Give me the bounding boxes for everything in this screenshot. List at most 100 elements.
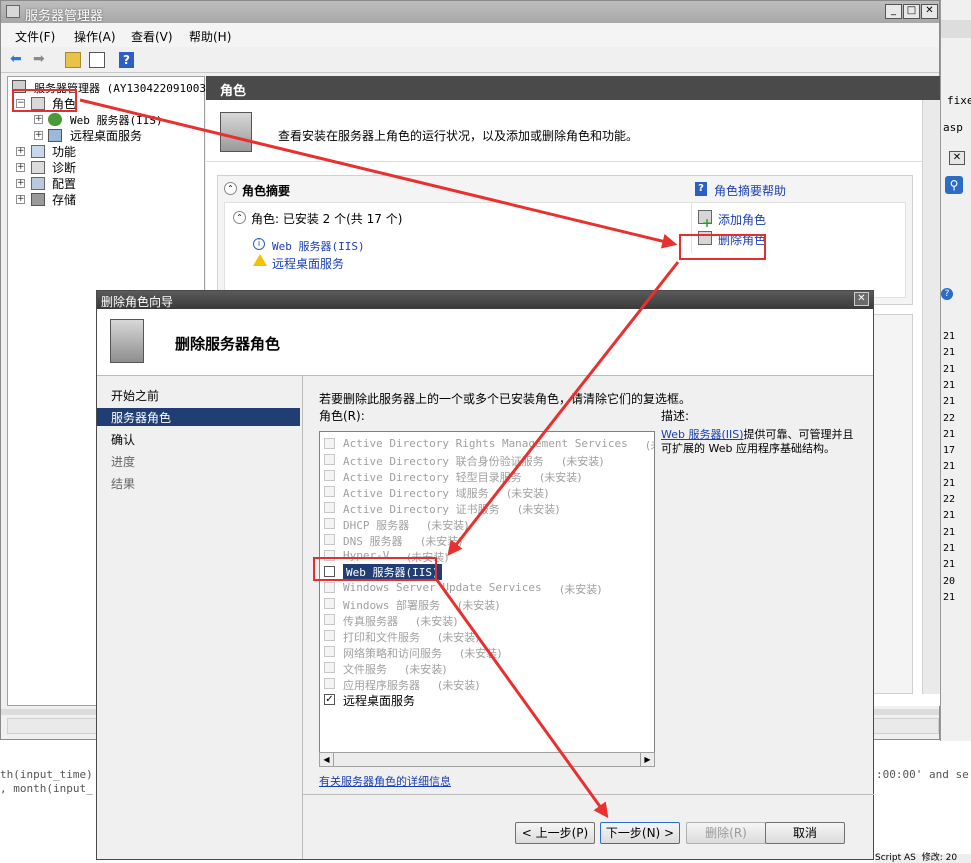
expand-icon[interactable]: + — [34, 131, 43, 140]
highlight-remove-role — [679, 234, 766, 260]
role-status: (未安装) — [438, 631, 480, 644]
wizard-steps: 开始之前 服务器角色 确认 进度 结果 — [97, 376, 302, 859]
role-status: (未安装) — [540, 471, 582, 484]
remove-roles-wizard: 删除角色向导 ✕ 删除服务器角色 开始之前 服务器角色 确认 进度 结果 若要删… — [96, 290, 874, 860]
up-folder-icon[interactable] — [65, 52, 81, 68]
bg-number: 17 — [943, 445, 956, 457]
intro-text: 查看安装在服务器上角色的运行状况，以及添加或删除角色和功能。 — [278, 129, 639, 143]
menu-bar: 文件(F) 操作(A) 查看(V) 帮助(H) — [1, 23, 939, 47]
role-label: Active Directory 证书服务 — [343, 503, 500, 516]
role-status: (未安装) — [507, 487, 549, 500]
help-icon[interactable]: ? — [941, 288, 953, 300]
menu-action[interactable]: 操作(A) — [74, 28, 116, 45]
warning-icon — [253, 254, 267, 266]
add-icon: + — [702, 216, 713, 230]
role-label: Windows 部署服务 — [343, 599, 440, 612]
role-status: (未安装) — [438, 679, 480, 692]
roles-count: 角色: 已安装 2 个(共 17 个) — [251, 212, 403, 226]
installed-role-rds[interactable]: 远程桌面服务 — [272, 255, 344, 272]
bg-text-asp: asp — [943, 121, 963, 134]
role-status: (未安装) — [416, 615, 458, 628]
highlight-roles — [12, 89, 77, 112]
minimize-button[interactable]: _ — [885, 4, 902, 19]
expand-icon[interactable]: + — [34, 115, 43, 124]
window-title: 服务器管理器 — [25, 9, 104, 24]
installed-role-web[interactable]: Web 服务器(IIS) — [272, 238, 365, 254]
menu-help[interactable]: 帮助(H) — [189, 28, 231, 45]
menu-view[interactable]: 查看(V) — [131, 28, 173, 45]
bg-code-line-2: , month(input_ — [0, 782, 93, 795]
close-button[interactable]: ✕ — [854, 292, 869, 306]
bg-number: 21 — [943, 559, 956, 571]
remote-desktop-icon — [48, 129, 62, 142]
bg-code-line-3: :00:00' and se — [876, 768, 969, 781]
roles-large-icon — [220, 112, 252, 152]
close-button[interactable]: ✕ — [921, 4, 938, 19]
forward-arrow-icon[interactable]: ➡ — [33, 52, 49, 66]
role-summary-help-link[interactable]: 角色摘要帮助 — [714, 182, 786, 199]
step-before-you-begin[interactable]: 开始之前 — [97, 386, 300, 404]
role-checkbox[interactable]: ✓ — [324, 694, 335, 705]
more-info-link[interactable]: 有关服务器角色的详细信息 — [319, 773, 451, 789]
step-confirm[interactable]: 确认 — [97, 430, 300, 448]
step-results: 结果 — [111, 477, 136, 491]
expand-icon[interactable]: + — [16, 179, 25, 188]
storage-icon — [31, 193, 45, 206]
role-checkbox — [324, 534, 335, 545]
bg-number: 21 — [943, 347, 956, 359]
bg-number: 21 — [943, 510, 956, 522]
menu-file[interactable]: 文件(F) — [15, 28, 55, 45]
pane-header: 角色 — [206, 76, 940, 100]
dialog-heading: 删除服务器角色 — [175, 335, 281, 353]
expand-icon[interactable]: + — [16, 195, 25, 204]
step-server-roles[interactable]: 服务器角色 — [97, 408, 300, 426]
pane-intro: 查看安装在服务器上角色的运行状况，以及添加或删除角色和功能。 — [206, 100, 940, 162]
role-status: (未安装) — [405, 663, 447, 676]
server-manager-app-icon — [6, 5, 20, 18]
help-icon[interactable]: ? — [119, 52, 134, 68]
scroll-left-icon[interactable]: ◀ — [319, 752, 334, 767]
cancel-button[interactable]: 取消 — [765, 822, 845, 844]
pane-scrollbar[interactable] — [922, 100, 940, 694]
role-checkbox — [324, 630, 335, 641]
role-label: 传真服务器 — [343, 615, 398, 628]
title-bar: 服务器管理器 _ □ ✕ — [1, 1, 939, 24]
role-status: (未安装) — [421, 535, 463, 548]
role-checkbox — [324, 662, 335, 673]
back-arrow-icon[interactable]: ⬅ — [10, 52, 26, 66]
role-checkbox — [324, 678, 335, 689]
roles-list-hscrollbar[interactable] — [334, 752, 640, 767]
bg-number: 21 — [943, 477, 956, 489]
bg-number: 21 — [943, 396, 956, 408]
scroll-right-icon[interactable]: ▶ — [640, 752, 655, 767]
button-separator — [303, 794, 874, 795]
description-label: 描述: — [661, 409, 690, 423]
role-status: (未安装) — [460, 647, 502, 660]
show-hide-tree-icon[interactable] — [89, 52, 105, 68]
dialog-title: 删除角色向导 — [101, 295, 174, 309]
background-window-strip: fixed asp ✕ ⚲ ? 21 21 21 21 21 22 21 17 21 21 22 21… — [940, 0, 971, 862]
expand-icon[interactable]: + — [16, 147, 25, 156]
expand-icon[interactable]: + — [16, 163, 25, 172]
close-icon[interactable]: ✕ — [949, 151, 965, 165]
collapse-icon[interactable]: ⌃ — [233, 211, 246, 224]
role-status: (未安装) — [562, 455, 604, 468]
role-label: Active Directory 域服务 — [343, 487, 489, 500]
step-progress: 进度 — [111, 455, 136, 469]
description-link[interactable]: Web 服务器(IIS) — [661, 428, 744, 441]
next-button[interactable]: 下一步(N) > — [600, 822, 680, 844]
role-label: 应用程序服务器 — [343, 679, 420, 692]
search-icon[interactable]: ⚲ — [945, 176, 963, 194]
dialog-header: 删除服务器角色 — [97, 309, 873, 376]
instruction-text: 若要删除此服务器上的一个或多个已安装角色，请清除它们的复选框。 — [319, 392, 692, 406]
bg-number: 21 — [943, 461, 956, 473]
add-role-link[interactable]: 添加角色 — [718, 211, 766, 228]
remove-button[interactable]: 删除(R) — [686, 822, 766, 844]
web-server-icon — [48, 113, 62, 126]
bg-number: 21 — [943, 428, 956, 440]
previous-button[interactable]: < 上一步(P) — [515, 822, 595, 844]
bg-number: 21 — [943, 331, 956, 342]
collapse-icon[interactable]: ⌃ — [224, 182, 237, 195]
bg-number: 21 — [943, 379, 956, 391]
maximize-button[interactable]: □ — [903, 4, 920, 19]
